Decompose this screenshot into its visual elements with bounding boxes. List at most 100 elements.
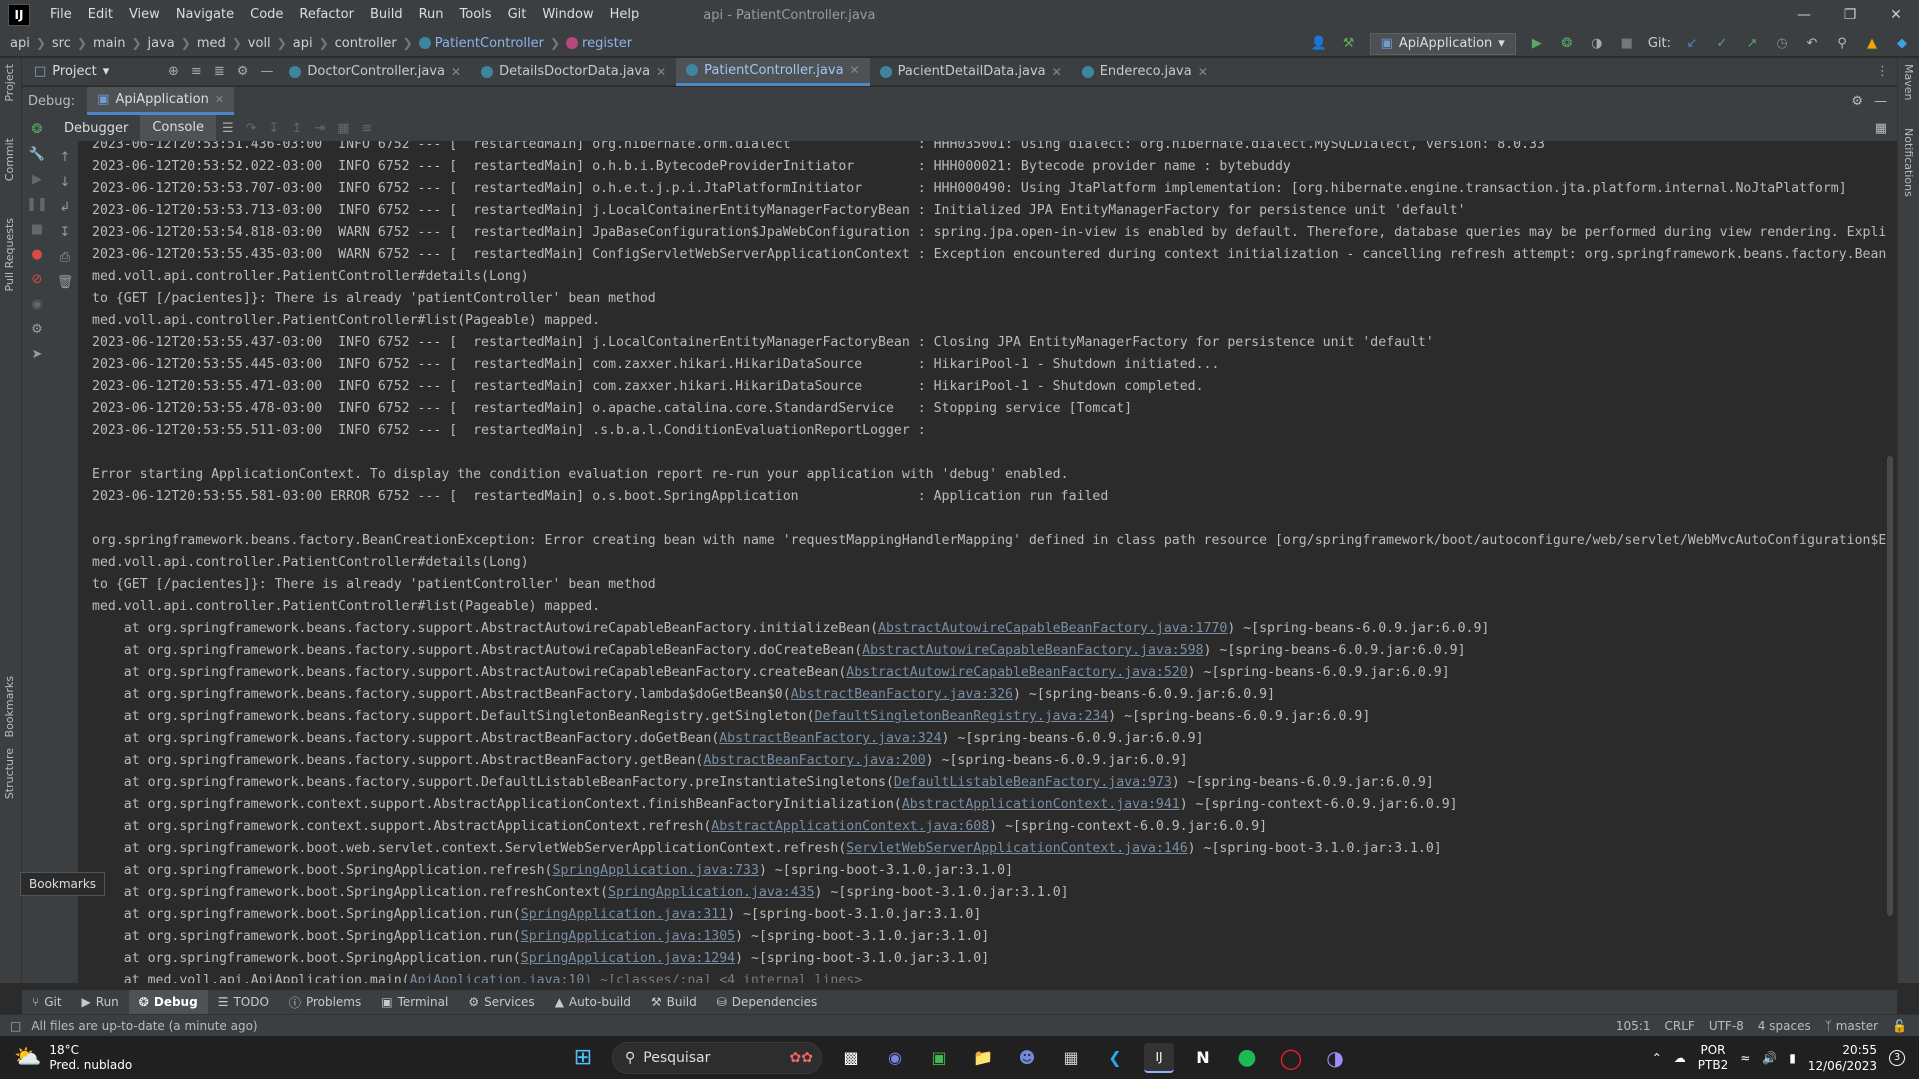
onedrive-icon[interactable]: ☁: [1674, 1051, 1686, 1065]
bookmarks-tool-button[interactable]: Bookmarks: [3, 676, 16, 737]
pin-icon[interactable]: ➤: [29, 346, 45, 362]
notification-badge[interactable]: 3: [1889, 1049, 1905, 1066]
more-tabs-icon[interactable]: ⋮: [1876, 64, 1889, 79]
language-indicator[interactable]: POR: [1698, 1043, 1728, 1058]
source-link[interactable]: ApiApplication.java:10: [410, 973, 585, 983]
source-link[interactable]: SpringApplication.java:435: [608, 885, 814, 900]
breadcrumb-item[interactable]: med: [197, 36, 226, 51]
taskbar-search[interactable]: ⚲ Pesquisar ✿✿: [612, 1041, 822, 1074]
source-link[interactable]: AbstractAutowireCapableBeanFactory.java:…: [862, 643, 1203, 658]
tab-debugger[interactable]: Debugger: [52, 121, 140, 136]
git-push-icon[interactable]: ↗: [1743, 35, 1761, 53]
source-link[interactable]: AbstractBeanFactory.java:324: [719, 731, 941, 746]
source-link[interactable]: AbstractApplicationContext.java:941: [902, 797, 1180, 812]
notion-icon[interactable]: N: [1188, 1043, 1218, 1073]
breadcrumb-item[interactable]: src: [52, 36, 71, 51]
layout-icon[interactable]: ▦: [1875, 121, 1887, 136]
coverage-icon[interactable]: ◑: [1588, 35, 1606, 53]
camera-icon[interactable]: ◉: [29, 296, 45, 312]
volume-icon[interactable]: 🔊: [1762, 1051, 1777, 1065]
scroll-to-end-icon[interactable]: ↧: [57, 224, 73, 240]
breadcrumb-item[interactable]: controller: [335, 36, 397, 51]
step-out-icon[interactable]: ↥: [291, 121, 302, 136]
windows-start-icon[interactable]: ⊞: [568, 1043, 598, 1073]
intellij-icon[interactable]: IJ: [1144, 1042, 1174, 1073]
expand-all-icon[interactable]: ≡: [191, 64, 202, 79]
menu-run[interactable]: Run: [411, 0, 452, 30]
menu-view[interactable]: View: [121, 0, 168, 30]
close-icon[interactable]: ✕: [1052, 65, 1062, 79]
pause-icon[interactable]: ❚❚: [26, 196, 48, 212]
hide-icon[interactable]: —: [1874, 94, 1887, 109]
run-config-select[interactable]: ▣ ApiApplication ▾: [1369, 32, 1516, 55]
debug-session-tab[interactable]: ▣ ApiApplication ✕: [87, 87, 235, 115]
stop-icon[interactable]: ■: [1618, 35, 1636, 53]
status-message[interactable]: All files are up-to-date (a minute ago): [31, 1019, 257, 1033]
editor-tab[interactable]: PatientController.java ✕: [676, 57, 870, 86]
source-link[interactable]: AbstractAutowireCapableBeanFactory.java:…: [846, 665, 1187, 680]
indent-setting[interactable]: 4 spaces: [1758, 1019, 1811, 1033]
search-icon[interactable]: ⚲: [1833, 35, 1851, 53]
user-icon[interactable]: 👤: [1310, 35, 1328, 53]
rerun-icon[interactable]: ❂: [29, 121, 45, 137]
modify-config-icon[interactable]: 🔧: [29, 146, 45, 162]
close-icon[interactable]: ✕: [850, 63, 860, 77]
breakpoints-icon[interactable]: ●: [29, 246, 45, 262]
bottom-tab-debug[interactable]: ❂ Debug: [128, 990, 208, 1014]
bottom-tab-build[interactable]: ⚒ Build: [641, 990, 707, 1014]
line-separator[interactable]: CRLF: [1665, 1019, 1695, 1033]
bottom-tab-run[interactable]: ▶ Run: [72, 990, 129, 1014]
console-output[interactable]: 2023-06-12T20:53:51.436-03:00 INFO 6752 …: [78, 141, 1897, 983]
weather-widget[interactable]: ⛅ 18°C Pred. nublado: [0, 1043, 360, 1073]
debug-icon[interactable]: ❂: [1558, 35, 1576, 53]
pull-requests-tool-button[interactable]: Pull Requests: [3, 218, 16, 291]
bottom-tab-services[interactable]: ⚙ Services: [458, 990, 544, 1014]
close-icon[interactable]: ✕: [451, 65, 461, 79]
down-arrow-icon[interactable]: ↓: [57, 174, 73, 190]
menu-navigate[interactable]: Navigate: [168, 0, 242, 30]
menu-code[interactable]: Code: [242, 0, 291, 30]
update-icon[interactable]: ▲: [1863, 35, 1881, 53]
source-link[interactable]: AbstractApplicationContext.java:608: [711, 819, 989, 834]
breadcrumb-item[interactable]: api: [293, 36, 313, 51]
lock-icon[interactable]: 🔓: [1892, 1019, 1907, 1033]
locate-icon[interactable]: ⊕: [168, 64, 179, 79]
editor-tab[interactable]: PacientDetailData.java ✕: [870, 58, 1072, 86]
source-link[interactable]: SpringApplication.java:311: [521, 907, 727, 922]
hammer-icon[interactable]: ⚒: [1340, 35, 1358, 53]
intellij-logo-icon[interactable]: IJ: [8, 4, 30, 26]
clock[interactable]: 20:55 12/06/2023: [1808, 1042, 1877, 1074]
task-view-icon[interactable]: ▩: [836, 1043, 866, 1073]
run-to-cursor-icon[interactable]: ⇥: [314, 121, 325, 136]
hide-icon[interactable]: —: [260, 64, 273, 79]
breadcrumb-item[interactable]: main: [93, 36, 125, 51]
tab-console[interactable]: Console: [140, 115, 216, 141]
caret-position[interactable]: 105:1: [1616, 1019, 1651, 1033]
source-link[interactable]: SpringApplication.java:1305: [521, 929, 735, 944]
file-encoding[interactable]: UTF-8: [1709, 1019, 1744, 1033]
maven-tool-button[interactable]: Maven: [1902, 64, 1915, 100]
step-into-icon[interactable]: ↧: [269, 121, 280, 136]
console-scrollbar[interactable]: [1887, 456, 1893, 916]
opera-icon[interactable]: ◯: [1276, 1043, 1306, 1073]
git-update-icon[interactable]: ↙: [1683, 35, 1701, 53]
menu-edit[interactable]: Edit: [80, 0, 121, 30]
close-icon[interactable]: ✕: [215, 93, 224, 106]
file-explorer-icon[interactable]: 📁: [968, 1043, 998, 1073]
gear-icon[interactable]: ⚙: [1851, 94, 1863, 109]
project-tool-button[interactable]: Project: [3, 64, 16, 102]
source-link[interactable]: SpringApplication.java:733: [553, 863, 759, 878]
menu-refactor[interactable]: Refactor: [291, 0, 362, 30]
settings-icon[interactable]: ⚙: [29, 321, 45, 337]
breadcrumb-item[interactable]: PatientController: [435, 36, 544, 51]
bottom-tab-todo[interactable]: ☰ TODO: [208, 990, 279, 1014]
step-over-icon[interactable]: ↷: [246, 121, 257, 136]
teams-chat-icon[interactable]: ◉: [880, 1043, 910, 1073]
menu-help[interactable]: Help: [602, 0, 648, 30]
menu-build[interactable]: Build: [362, 0, 411, 30]
breadcrumb-item[interactable]: java: [148, 36, 175, 51]
breadcrumb-item[interactable]: voll: [248, 36, 271, 51]
structure-tool-button[interactable]: Structure: [3, 748, 16, 799]
minimize-icon[interactable]: —: [1781, 0, 1827, 30]
gear-icon[interactable]: ⚙: [237, 64, 249, 79]
